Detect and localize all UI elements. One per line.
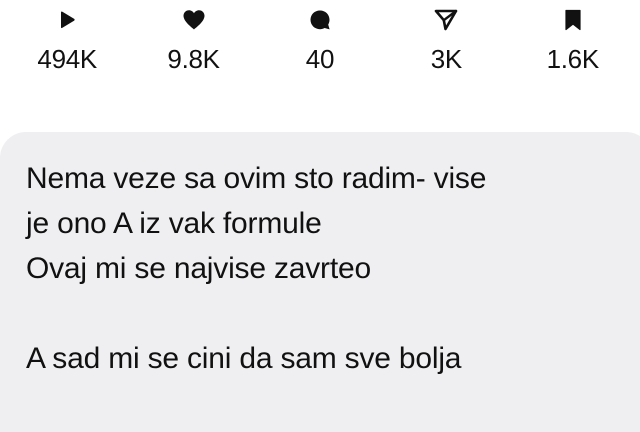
stat-shares[interactable]: 3K — [391, 0, 501, 90]
play-icon — [58, 8, 76, 32]
stat-likes[interactable]: 9.8K — [139, 0, 249, 90]
bookmark-icon — [564, 8, 582, 32]
message-line-blank — [26, 291, 626, 336]
message-line: Nema veze sa ovim sto radim- vise — [26, 162, 487, 195]
comment-icon — [309, 8, 331, 32]
saves-count: 1.6K — [546, 44, 600, 74]
stat-comments[interactable]: 40 — [265, 0, 375, 90]
plays-count: 494K — [37, 44, 97, 74]
stat-saves[interactable]: 1.6K — [518, 0, 628, 90]
shares-count: 3K — [430, 44, 463, 74]
message-line: Ovaj mi se najvise zavrteo — [26, 252, 371, 285]
message-line: je ono A iz vak formule — [26, 207, 322, 240]
stat-plays[interactable]: 494K — [12, 0, 122, 90]
message-text: Nema veze sa ovim sto radim- vise je ono… — [26, 156, 626, 381]
likes-count: 9.8K — [167, 44, 220, 74]
post-stats-bar: 494K 9.8K 40 3K 1.6K — [0, 0, 640, 90]
heart-icon — [182, 8, 206, 32]
comments-count: 40 — [305, 44, 335, 74]
send-icon — [434, 8, 458, 32]
message-line: A sad mi se cini da sam sve bolja — [26, 342, 462, 375]
